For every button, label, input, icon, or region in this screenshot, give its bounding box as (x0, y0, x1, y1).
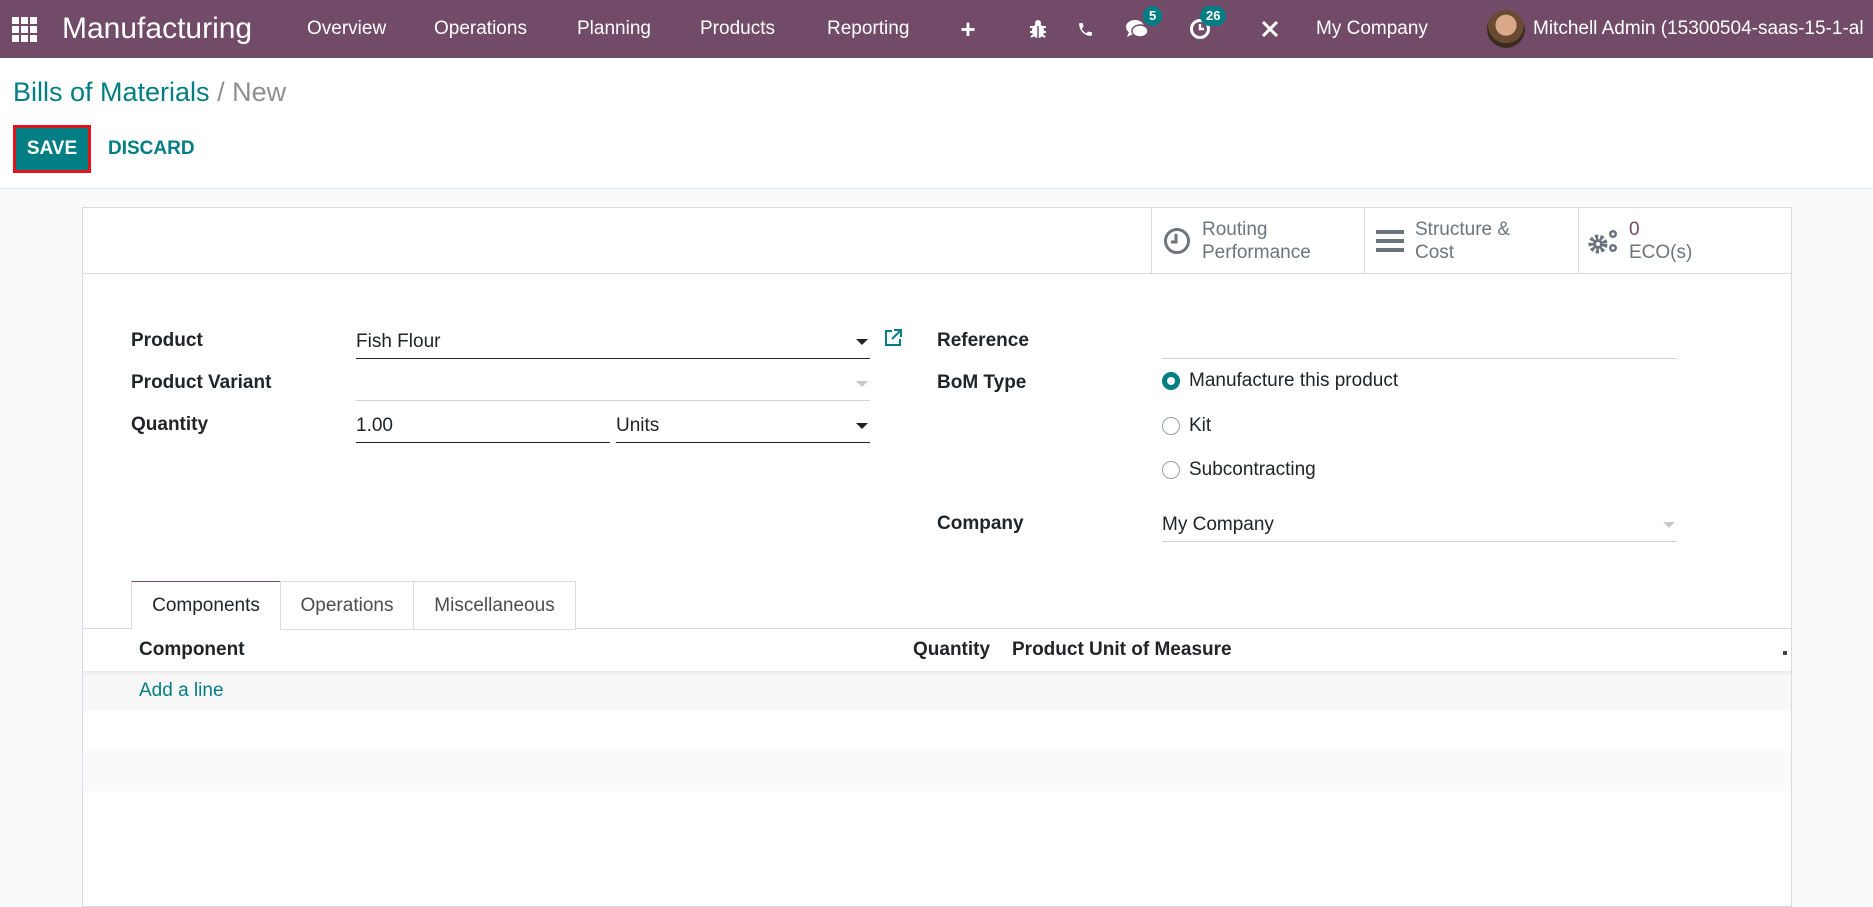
structure-label-2: Cost (1415, 242, 1455, 263)
company-dropdown-icon[interactable] (1663, 522, 1675, 528)
bom-type-option-label: Subcontracting (1189, 459, 1316, 480)
variant-dropdown-icon[interactable] (856, 381, 868, 387)
bom-type-subcontracting-radio[interactable]: Subcontracting (1162, 459, 1316, 481)
discard-button[interactable]: DISCARD (108, 125, 195, 173)
plus-icon[interactable]: + (953, 0, 983, 58)
breadcrumb-current: New (232, 77, 287, 107)
breadcrumb: Bills of Materials / New (13, 77, 286, 108)
radio-selected-icon (1162, 372, 1180, 390)
company-field[interactable]: My Company (1162, 508, 1677, 542)
bars-icon (1365, 229, 1415, 253)
tab-components[interactable]: Components (131, 581, 281, 630)
eco-label: ECO(s) (1629, 242, 1693, 263)
reference-input[interactable] (1162, 325, 1677, 359)
messages-badge: 5 (1143, 6, 1163, 26)
product-dropdown-icon[interactable] (856, 339, 868, 345)
top-navbar: Manufacturing Overview Operations Planni… (0, 0, 1873, 58)
routing-label-2: Performance (1202, 242, 1311, 263)
tab-operations[interactable]: Operations (280, 581, 414, 630)
structure-label-1: Structure & (1415, 219, 1511, 240)
components-table-header: Component Quantity Product Unit of Measu… (83, 629, 1791, 671)
reference-label: Reference (937, 330, 1029, 351)
column-quantity[interactable]: Quantity (913, 639, 990, 661)
eco-count: 0 (1629, 219, 1640, 240)
activities-badge: 26 (1200, 6, 1227, 26)
menu-overview[interactable]: Overview (307, 0, 386, 58)
clock-icon (1152, 227, 1202, 255)
product-variant-label: Product Variant (131, 372, 272, 393)
company-label: Company (937, 513, 1024, 534)
structure-cost-button[interactable]: Structure & Cost (1364, 208, 1578, 274)
radio-unselected-icon (1162, 461, 1180, 479)
bom-type-kit-radio[interactable]: Kit (1162, 415, 1211, 437)
menu-operations[interactable]: Operations (434, 0, 527, 58)
breadcrumb-separator: / (217, 77, 225, 107)
add-line-link[interactable]: Add a line (139, 680, 224, 702)
column-component[interactable]: Component (139, 639, 245, 661)
product-variant-field[interactable] (356, 367, 870, 401)
user-menu[interactable]: Mitchell Admin (15300504-saas-15-1-al (1533, 0, 1864, 58)
button-box: Routing Performance Structure & Cost 0 ECO(… (83, 208, 1791, 274)
menu-reporting[interactable]: Reporting (827, 0, 909, 58)
quantity-value: 1.00 (356, 414, 393, 436)
uom-field[interactable]: Units (616, 409, 870, 443)
eco-button[interactable]: 0 ECO(s) (1578, 208, 1791, 274)
uom-value: Units (616, 414, 660, 436)
menu-planning[interactable]: Planning (577, 0, 651, 58)
tab-miscellaneous[interactable]: Miscellaneous (413, 581, 576, 630)
add-line-row: Add a line (83, 671, 1791, 711)
form-sheet: Routing Performance Structure & Cost 0 ECO(… (82, 207, 1792, 907)
quantity-input[interactable]: 1.00 (356, 409, 610, 443)
company-value: My Company (1162, 513, 1274, 535)
bom-type-manufacture-radio[interactable]: Manufacture this product (1162, 370, 1398, 392)
column-uom[interactable]: Product Unit of Measure (1012, 639, 1232, 661)
empty-table-row (83, 751, 1791, 791)
apps-menu-icon[interactable] (12, 0, 40, 58)
product-label: Product (131, 330, 203, 351)
notebook-tabs: Components Operations Miscellaneous (83, 581, 1791, 630)
bom-type-option-label: Kit (1189, 415, 1212, 436)
product-field[interactable]: Fish Flour (356, 325, 870, 359)
tools-icon[interactable] (1255, 0, 1285, 58)
quantity-label: Quantity (131, 414, 209, 435)
user-avatar[interactable] (1487, 0, 1525, 58)
save-button[interactable]: SAVE (13, 125, 91, 173)
routing-performance-button[interactable]: Routing Performance (1151, 208, 1364, 274)
bug-icon[interactable] (1023, 0, 1053, 58)
radio-unselected-icon (1162, 417, 1180, 435)
phone-icon[interactable] (1070, 0, 1100, 58)
bom-type-option-label: Manufacture this product (1189, 370, 1399, 391)
bom-type-label: BoM Type (937, 372, 1027, 393)
product-value: Fish Flour (356, 330, 441, 352)
control-panel: Bills of Materials / New SAVE DISCARD (0, 58, 1873, 189)
menu-products[interactable]: Products (700, 0, 775, 58)
breadcrumb-parent[interactable]: Bills of Materials (13, 77, 210, 107)
external-link-icon[interactable] (883, 328, 903, 354)
routing-label-1: Routing (1202, 219, 1268, 240)
app-name[interactable]: Manufacturing (62, 0, 252, 58)
company-switcher[interactable]: My Company (1316, 0, 1428, 58)
uom-dropdown-icon[interactable] (856, 423, 868, 429)
gears-icon (1579, 226, 1629, 256)
